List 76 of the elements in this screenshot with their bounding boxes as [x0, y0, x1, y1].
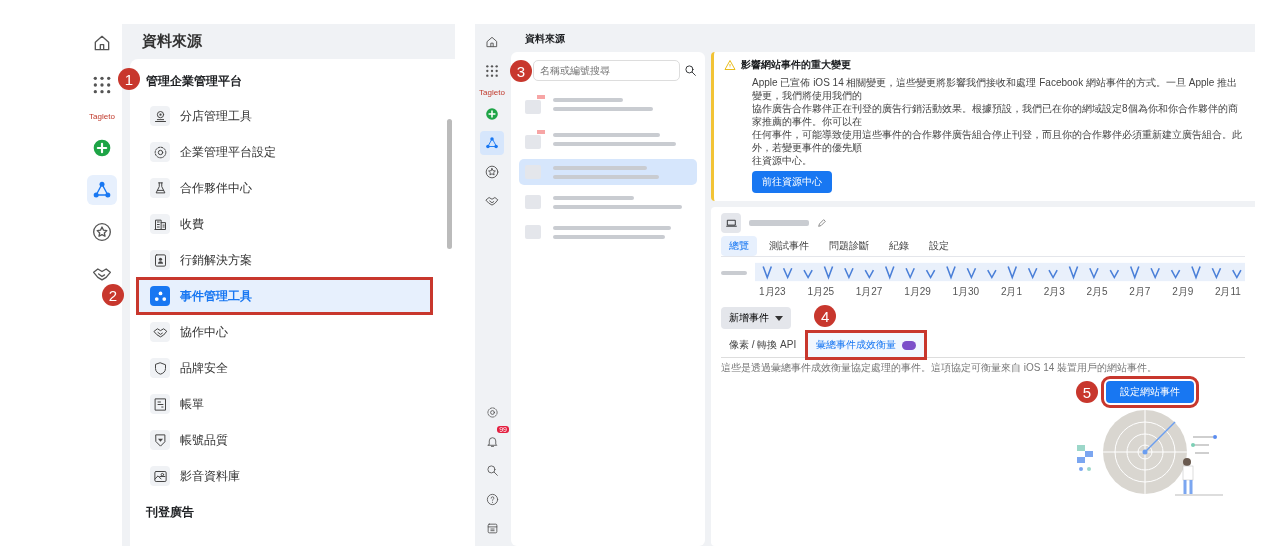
axis-label: 2月3	[1043, 285, 1065, 299]
axis-label: 2月1	[1000, 285, 1022, 299]
step-marker: 3	[510, 60, 532, 82]
menu-item[interactable]: 企業管理平台設定	[138, 135, 431, 169]
menu-item[interactable]: 事件管理工具	[138, 279, 431, 313]
axis-label: 2月5	[1086, 285, 1108, 299]
tab[interactable]: 問題診斷	[821, 236, 877, 256]
tab[interactable]: 測試事件	[761, 236, 817, 256]
axis-label: 2月9	[1172, 285, 1194, 299]
source-icon	[525, 225, 541, 239]
menu-item[interactable]: 協作中心	[138, 315, 431, 349]
contact-card-icon	[150, 250, 170, 270]
invoice-icon	[150, 394, 170, 414]
shield-badge-icon	[150, 430, 170, 450]
alert-text-line: 任何事件，可能導致使用這些事件的合作夥伴廣告組合停止刊登，而且你的合作夥伴必須重新建立廣告組合。此外，若變更事件的優先順	[752, 128, 1243, 154]
redacted-text	[721, 271, 747, 275]
shield-icon	[150, 358, 170, 378]
step-marker: 5	[1076, 381, 1098, 403]
axis-label: 2月7	[1129, 285, 1151, 299]
flask-icon	[150, 178, 170, 198]
network-icon[interactable]	[87, 175, 117, 205]
menu-heading: 管理企業管理平台	[146, 74, 242, 88]
handshake-icon	[150, 322, 170, 342]
flag-icon	[537, 95, 545, 99]
step-marker: 4	[814, 305, 837, 327]
search-field[interactable]: 名稱或編號搜尋	[533, 60, 680, 81]
section-heading: 刊登廣告	[145, 504, 195, 521]
page-title: 資料來源	[141, 31, 203, 51]
axis-label: 1月30	[952, 285, 980, 299]
warning-icon	[724, 59, 736, 71]
network-icon[interactable]	[480, 131, 504, 155]
logo-text: Tagleto	[89, 112, 115, 121]
flag-icon	[537, 130, 545, 134]
settings-icon	[150, 142, 170, 162]
page-title: 資料來源	[524, 32, 566, 46]
laptop-icon	[721, 213, 741, 233]
caret-icon	[775, 315, 783, 321]
axis-label: 1月25	[807, 285, 835, 299]
location-icon	[150, 106, 170, 126]
menu-item[interactable]: 分店管理工具	[138, 99, 431, 133]
axis-label: 2月11	[1214, 285, 1241, 299]
description-text: 這些是透過彙總事件成效衡量協定處理的事件。這項協定可衡量來自 iOS 14 裝置用戶的網站事件。	[721, 361, 1159, 375]
source-icon	[525, 135, 541, 149]
building-icon	[150, 214, 170, 234]
step-marker: 1	[118, 68, 140, 90]
axis-label: 1月29	[904, 285, 931, 299]
menu-item[interactable]: 帳單	[138, 387, 431, 421]
tab[interactable]: 彙總事件成效衡量	[808, 333, 925, 357]
tab[interactable]: 像素 / 轉換 API	[721, 333, 805, 357]
redacted-text	[749, 220, 809, 226]
add-event-dropdown[interactable]: 新增事件	[721, 307, 791, 329]
logo-text: Tagleto	[479, 88, 505, 97]
axis-label: 1月27	[855, 285, 883, 299]
tab[interactable]: 紀錄	[881, 236, 917, 256]
source-icon	[525, 195, 541, 209]
alert-text-line: Apple 已宣佈 iOS 14 相關變更，這些變更將影響我們接收和處理 Facebook 網站事件的方式。一旦 Apple 推出變更，我們將使用我們的	[752, 76, 1239, 102]
alert-title: 影響網站事件的重大變更	[741, 58, 851, 72]
tab[interactable]: 總覽	[721, 236, 757, 256]
menu-item[interactable]: 合作夥伴中心	[138, 171, 431, 205]
axis-label: 1月23	[759, 285, 786, 299]
alert-text-line: 往資源中心。	[752, 154, 812, 167]
media-icon	[150, 466, 170, 486]
menu-item[interactable]: 行銷解決方案	[138, 243, 431, 277]
redacted-text	[553, 98, 623, 102]
menu-item[interactable]: 收費	[138, 207, 431, 241]
menu-item[interactable]: 影音資料庫	[138, 459, 431, 493]
source-icon	[525, 100, 541, 114]
search-icon	[684, 64, 697, 77]
tab[interactable]: 設定	[921, 236, 957, 256]
menu-item[interactable]: 品牌安全	[138, 351, 431, 385]
menu-item[interactable]: 帳號品質	[138, 423, 431, 457]
network-icon	[150, 286, 170, 306]
resource-center-button[interactable]: 前往資源中心	[752, 171, 832, 193]
scrollbar[interactable]	[447, 119, 452, 249]
edit-icon	[817, 218, 827, 228]
alert-text-line: 協作廣告合作夥伴正在刊登的廣告行銷活動效果。根據預設，我們已在你的網域設定8個為你和你合作夥伴的商家推薦的事件。你可以在	[752, 102, 1239, 128]
